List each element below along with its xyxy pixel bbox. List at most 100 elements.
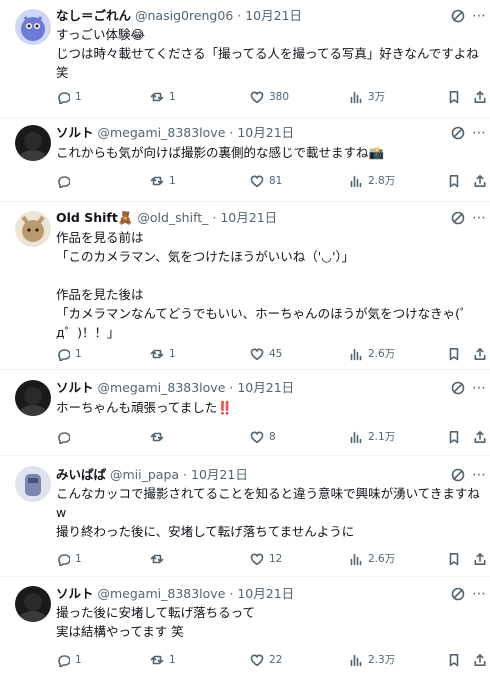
grok-icon[interactable] [450, 210, 466, 226]
like-button[interactable]: 380 [250, 88, 289, 106]
views-button[interactable]: 2.6万 [349, 550, 395, 568]
bookmark-icon [449, 654, 459, 667]
display-name[interactable]: なし＝ごれん [56, 8, 131, 23]
bookmark-button[interactable] [447, 88, 461, 106]
tweet-actions: 1 81 2.8万 [56, 172, 486, 190]
retweet-button[interactable]: 1 [150, 172, 176, 190]
reply-button[interactable]: 1 [56, 88, 82, 106]
bookmark-icon [449, 348, 459, 361]
share-button[interactable] [473, 550, 487, 568]
tweet-text-line: 実は結構やってます 笑 [56, 624, 184, 639]
avatar[interactable] [15, 211, 51, 247]
tweet-text-line: ホーちゃんも頑張ってました‼️ [56, 400, 233, 415]
reply-button[interactable]: 1 [56, 550, 82, 568]
share-button[interactable] [473, 172, 487, 190]
avatar[interactable] [15, 9, 51, 45]
like-button[interactable]: 8 [250, 428, 276, 446]
grok-icon[interactable] [450, 125, 466, 141]
tweet-date[interactable]: 10月21日 [245, 8, 302, 23]
reply-button[interactable]: 1 [56, 345, 82, 363]
retweet-button[interactable] [150, 428, 169, 446]
bookmark-button[interactable] [447, 428, 461, 446]
bookmark-button[interactable] [447, 651, 461, 669]
user-handle[interactable]: @nasig0reng06 [135, 8, 233, 23]
views-button[interactable]: 2.8万 [349, 172, 395, 190]
tweet-divider [0, 455, 490, 456]
grok-icon[interactable] [450, 467, 466, 483]
share-icon [474, 175, 486, 187]
views-button[interactable]: 2.6万 [349, 345, 395, 363]
tweet-divider [0, 201, 490, 202]
tweet-actions: 1 12 2.6万 [56, 550, 486, 568]
grok-icon[interactable] [450, 586, 466, 602]
user-handle[interactable]: @mii_papa [110, 467, 179, 482]
like-button[interactable]: 12 [250, 550, 282, 568]
views-button[interactable]: 2.3万 [349, 651, 395, 669]
more-icon[interactable]: ⋯ [471, 586, 487, 602]
display-name[interactable]: ソルト [56, 380, 94, 395]
share-button[interactable] [473, 345, 487, 363]
like-button[interactable]: 81 [250, 172, 282, 190]
heart-icon [250, 431, 264, 444]
bookmark-button[interactable] [447, 550, 461, 568]
like-button[interactable]: 45 [250, 345, 282, 363]
views-count: 3万 [368, 91, 386, 103]
tweet-date[interactable]: 10月21日 [191, 467, 248, 482]
retweet-button[interactable]: 1 [150, 345, 176, 363]
avatar[interactable] [15, 586, 51, 622]
avatar[interactable] [15, 125, 51, 161]
tweet-date[interactable]: 10月21日 [237, 380, 294, 395]
more-icon[interactable]: ⋯ [471, 380, 487, 396]
reply-button[interactable] [56, 428, 75, 446]
bookmark-icon [449, 175, 459, 188]
retweet-button[interactable] [150, 550, 169, 568]
display-name[interactable]: ソルト [56, 125, 94, 140]
display-name[interactable]: ソルト [56, 586, 94, 601]
separator-dot: · [229, 380, 234, 395]
retweet-icon [150, 349, 164, 359]
display-name[interactable]: みいぱぱ [56, 467, 106, 482]
retweet-icon [150, 432, 164, 442]
like-button[interactable]: 22 [250, 651, 282, 669]
views-count: 2.6万 [368, 348, 396, 360]
retweet-button[interactable]: 1 [150, 88, 176, 106]
share-button[interactable] [473, 88, 487, 106]
tweet-date[interactable]: 10月21日 [237, 586, 294, 601]
tweet-text-line: 笑 [56, 65, 69, 80]
replies-count: 1 [75, 348, 82, 360]
retweet-button[interactable]: 1 [150, 651, 176, 669]
views-chart-icon [350, 553, 362, 566]
tweet-date[interactable]: 10月21日 [220, 210, 277, 225]
avatar[interactable] [15, 466, 51, 502]
views-count: 2.3万 [368, 654, 396, 666]
user-handle[interactable]: @old_shift_ [137, 210, 208, 225]
heart-icon [250, 348, 264, 361]
more-icon[interactable]: ⋯ [471, 8, 487, 24]
grok-icon[interactable] [450, 380, 466, 396]
display-name[interactable]: Old Shift🧸 [56, 210, 133, 225]
retweet-icon [150, 92, 164, 102]
views-button[interactable]: 3万 [349, 88, 385, 106]
more-icon[interactable]: ⋯ [471, 210, 487, 226]
avatar[interactable] [15, 380, 51, 416]
tweet-actions: 1 1 45 2.6万 [56, 345, 486, 363]
more-icon[interactable]: ⋯ [471, 125, 487, 141]
reply-button[interactable] [56, 172, 75, 190]
user-handle[interactable]: @megami_8383love [98, 586, 226, 601]
replies-count: 1 [75, 91, 82, 103]
share-button[interactable] [473, 428, 487, 446]
bookmark-button[interactable] [447, 172, 461, 190]
user-handle[interactable]: @megami_8383love [98, 380, 226, 395]
tweet-actions: 1 1 380 3万 [56, 88, 486, 106]
tweet-header: Old Shift🧸 @old_shift_ · 10月21日 [56, 209, 430, 227]
reply-button[interactable]: 1 [56, 651, 82, 669]
tweet-date[interactable]: 10月21日 [237, 125, 294, 140]
grok-icon[interactable] [450, 8, 466, 24]
user-handle[interactable]: @megami_8383love [98, 125, 226, 140]
retweet-icon [150, 554, 164, 564]
more-icon[interactable]: ⋯ [471, 467, 487, 483]
share-button[interactable] [473, 651, 487, 669]
retweet-icon [150, 655, 164, 665]
bookmark-button[interactable] [447, 345, 461, 363]
views-button[interactable]: 2.1万 [349, 428, 395, 446]
